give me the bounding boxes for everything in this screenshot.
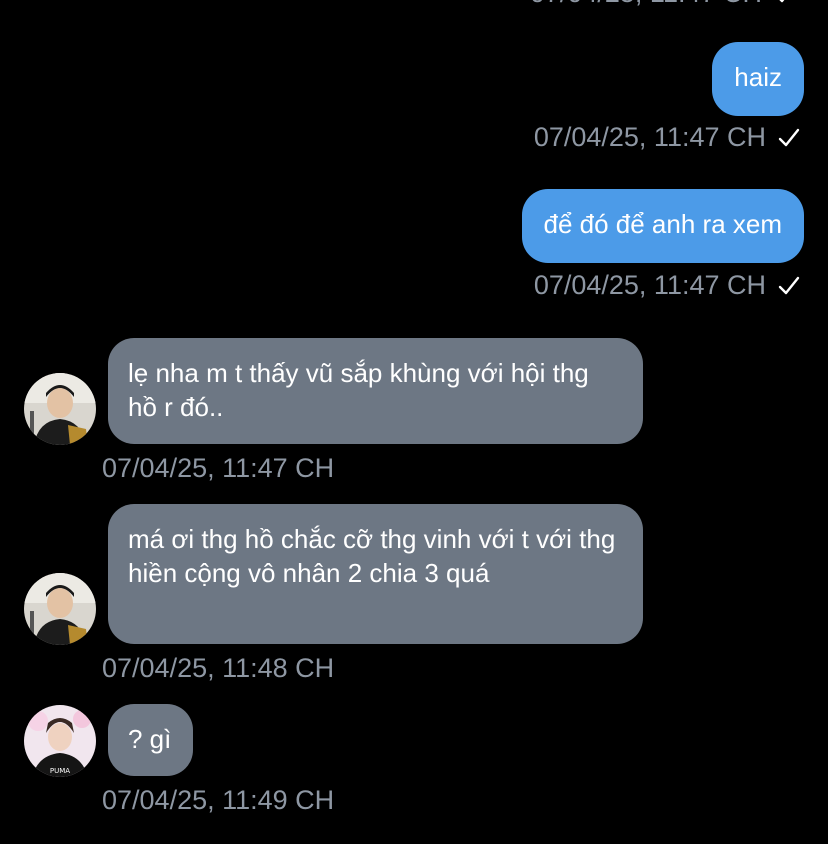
message-text: để đó để anh ra xem <box>543 209 783 239</box>
message-meta: 07/04/25, 11:47 CH <box>102 453 334 484</box>
message-bubble-received[interactable]: ? gì <box>108 704 194 776</box>
message-timestamp: 07/04/25, 11:49 CH <box>102 785 335 815</box>
check-icon <box>779 0 784 2</box>
message-meta: 07/04/25, 11:49 CH <box>102 785 334 816</box>
message-bubble-received[interactable]: lẹ nha m t thấy vũ sắp khùng với hội thg… <box>108 338 643 444</box>
message-bubble-received[interactable]: má ơi thg hồ chắc cỡ thg vinh với t với … <box>108 504 643 644</box>
message-timestamp-clipped: 07/04/25, 11:47 CH <box>530 0 798 9</box>
message-bubble-sent[interactable]: haiz <box>712 42 804 116</box>
check-icon <box>778 128 800 146</box>
message-meta: 07/04/25, 11:48 CH <box>102 653 334 684</box>
user-avatar[interactable] <box>24 373 96 445</box>
message-timestamp: 07/04/25, 11:47 CH <box>533 270 766 300</box>
avatar-photo-icon: PUMA <box>24 705 96 777</box>
message-timestamp: 07/04/25, 11:47 CH <box>533 122 766 152</box>
user-avatar[interactable]: PUMA <box>24 705 96 777</box>
message-text: má ơi thg hồ chắc cỡ thg vinh với t với … <box>128 524 616 588</box>
avatar-photo-icon <box>24 373 96 445</box>
message-text: haiz <box>734 62 782 92</box>
message-text: lẹ nha m t thấy vũ sắp khùng với hội thg… <box>128 358 589 422</box>
message-timestamp: 07/04/25, 11:48 CH <box>102 653 335 683</box>
message-meta: 07/04/25, 11:47 CH <box>534 270 802 301</box>
user-avatar[interactable] <box>24 573 96 645</box>
message-timestamp: 07/04/25, 11:47 CH <box>102 453 335 483</box>
avatar-photo-icon <box>24 573 96 645</box>
message-bubble-sent[interactable]: để đó để anh ra xem <box>521 189 804 263</box>
message-text: ? gì <box>128 724 172 754</box>
svg-text:PUMA: PUMA <box>50 767 70 775</box>
message-meta: 07/04/25, 11:47 CH <box>534 122 802 153</box>
check-icon <box>778 276 800 294</box>
